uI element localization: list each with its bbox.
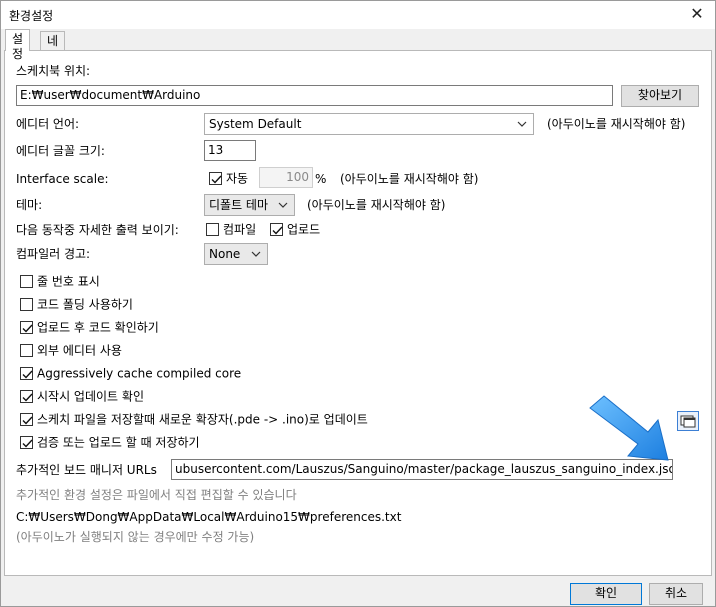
checkbox-box — [20, 298, 33, 311]
tab-settings[interactable]: 설정 — [5, 29, 31, 61]
cancel-button[interactable]: 취소 — [649, 583, 703, 605]
checkbox-box — [206, 223, 219, 236]
browse-button[interactable]: 찾아보기 — [621, 85, 699, 107]
option-label: 외부 에디터 사용 — [37, 343, 122, 358]
verbose-compile-label: 컴파일 — [223, 222, 257, 237]
board-urls-label: 추가적인 보드 매니저 URLs — [16, 463, 157, 477]
checkbox-box — [209, 172, 222, 185]
option-save-on-verify-checkbox[interactable]: 검증 또는 업로드 할 때 저장하기 — [20, 435, 200, 451]
checkmark-icon — [22, 416, 33, 425]
checkmark-icon — [22, 370, 33, 379]
option-label: Aggressively cache compiled core — [37, 366, 242, 381]
more-preferences-hint: 추가적인 환경 설정은 파일에서 직접 편집할 수 있습니다 — [16, 488, 297, 502]
settings-panel: 스케치북 위치: E:₩user₩document₩Arduino 찾아보기 에… — [4, 50, 712, 576]
window-title: 환경설정 — [9, 9, 54, 23]
close-button[interactable]: ✕ — [679, 1, 715, 27]
checkbox-box — [270, 223, 283, 236]
option-cache-core-checkbox[interactable]: Aggressively cache compiled core — [20, 366, 241, 382]
checkmark-icon — [22, 393, 33, 402]
chevron-down-icon — [251, 251, 261, 257]
editor-language-label: 에디터 언어: — [16, 117, 80, 131]
option-code-folding-checkbox[interactable]: 코드 폴딩 사용하기 — [20, 297, 133, 313]
interface-scale-label: Interface scale: — [16, 172, 109, 186]
preferences-window: 환경설정 ✕ 설정 네트워크 스케치북 위치: E:₩user₩document… — [0, 0, 716, 607]
edit-only-when-closed-note: (아두이노가 실행되지 않는 경우에만 수정 가능) — [16, 530, 255, 544]
option-label: 줄 번호 표시 — [37, 274, 100, 289]
font-size-label: 에디터 글꼴 크기: — [16, 144, 105, 158]
interface-scale-auto-label: 자동 — [226, 171, 249, 186]
checkbox-box — [20, 367, 33, 380]
checkbox-box — [20, 321, 33, 334]
title-bar: 환경설정 ✕ — [1, 1, 715, 29]
tab-network[interactable]: 네트워크 — [40, 31, 66, 93]
verbose-upload-checkbox[interactable]: 업로드 — [270, 222, 320, 238]
compiler-warnings-select[interactable]: None — [204, 243, 268, 265]
checkbox-box — [20, 390, 33, 403]
option-verify-after-upload-checkbox[interactable]: 업로드 후 코드 확인하기 — [20, 320, 159, 336]
option-label: 검증 또는 업로드 할 때 저장하기 — [37, 435, 200, 450]
editor-language-select[interactable]: System Default — [204, 113, 534, 135]
option-check-updates-checkbox[interactable]: 시작시 업데이트 확인 — [20, 389, 144, 405]
checkmark-icon — [272, 226, 283, 235]
interface-scale-input[interactable]: 100 — [259, 167, 313, 188]
option-line-numbers-checkbox[interactable]: 줄 번호 표시 — [20, 274, 100, 290]
chevron-down-icon — [517, 121, 527, 127]
option-label: 업로드 후 코드 확인하기 — [37, 320, 159, 335]
interface-scale-unit: % — [315, 172, 327, 186]
window-icon — [680, 415, 696, 428]
ok-button[interactable]: 확인 — [570, 583, 642, 605]
verbose-compile-checkbox[interactable]: 컴파일 — [206, 222, 256, 238]
chevron-down-icon — [278, 202, 288, 208]
checkmark-icon — [22, 324, 33, 333]
option-label: 스케치 파일을 저장할때 새로운 확장자(.pde -> .ino)로 업데이트 — [37, 412, 368, 427]
interface-scale-auto-checkbox[interactable]: 자동 — [209, 171, 248, 187]
checkmark-icon — [211, 175, 222, 184]
checkbox-box — [20, 275, 33, 288]
editor-language-note: (아두이노를 재시작해야 함) — [547, 117, 686, 131]
theme-label: 테마: — [16, 198, 43, 212]
option-external-editor-checkbox[interactable]: 외부 에디터 사용 — [20, 343, 122, 359]
close-icon: ✕ — [690, 4, 704, 23]
compiler-warnings-label: 컴파일러 경고: — [16, 247, 91, 261]
sketchbook-path-input[interactable]: E:₩user₩document₩Arduino — [16, 85, 613, 106]
checkbox-box — [20, 344, 33, 357]
theme-note: (아두이노를 재시작해야 함) — [307, 198, 446, 212]
checkbox-box — [20, 436, 33, 449]
checkmark-icon — [22, 439, 33, 448]
edit-board-urls-button[interactable] — [677, 411, 699, 431]
verbose-label: 다음 동작중 자세한 출력 보이기: — [16, 223, 179, 237]
pointer-arrow-icon — [589, 395, 669, 461]
sketchbook-label: 스케치북 위치: — [16, 64, 91, 78]
interface-scale-note: (아두이노를 재시작해야 함) — [340, 172, 479, 186]
font-size-input[interactable]: 13 — [204, 140, 256, 161]
theme-select[interactable]: 디폴트 테마 — [204, 194, 295, 216]
preferences-file-path[interactable]: C:₩Users₩Dong₩AppData₩Local₩Arduino15₩pr… — [16, 509, 401, 525]
option-update-extension-checkbox[interactable]: 스케치 파일을 저장할때 새로운 확장자(.pde -> .ino)로 업데이트 — [20, 412, 368, 428]
compiler-warnings-value: None — [209, 247, 241, 261]
theme-value: 디폴트 테마 — [209, 198, 269, 212]
editor-language-value: System Default — [209, 117, 302, 131]
verbose-upload-label: 업로드 — [287, 222, 321, 237]
option-label: 코드 폴딩 사용하기 — [37, 297, 133, 312]
checkbox-box — [20, 413, 33, 426]
option-label: 시작시 업데이트 확인 — [37, 389, 144, 404]
